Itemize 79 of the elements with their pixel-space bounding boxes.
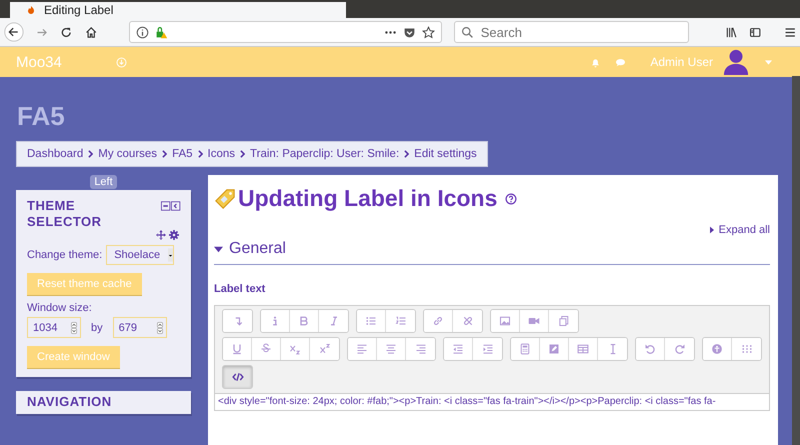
video-camera-icon — [528, 315, 540, 327]
underline-icon — [231, 343, 243, 355]
settings-icon[interactable] — [169, 230, 179, 240]
back-icon[interactable] — [4, 20, 24, 44]
numbered-list-icon — [394, 315, 406, 327]
accessibility-icon — [711, 343, 723, 355]
breadcrumb-link[interactable]: Dashboard — [27, 148, 84, 160]
download-circle-icon[interactable] — [116, 56, 127, 68]
pencil-icon — [548, 343, 560, 355]
caret-icon — [214, 244, 223, 254]
library-icon[interactable] — [724, 24, 738, 40]
bullet-list-icon — [365, 315, 377, 327]
breadcrumb-link[interactable]: My courses — [98, 148, 158, 160]
bold-icon — [298, 315, 310, 327]
theme-dropdown[interactable]: Shoelace — [106, 245, 174, 265]
image-icon — [499, 315, 511, 327]
tab-title: Editing Label — [44, 3, 114, 17]
chevron-icon — [198, 150, 203, 158]
flame-icon — [26, 5, 36, 15]
chevron-icon — [88, 150, 94, 158]
breadcrumb-link[interactable]: Icons — [208, 148, 236, 160]
redo-icon — [674, 343, 686, 355]
breadcrumb-link[interactable]: Edit settings — [414, 148, 477, 160]
caret-icon[interactable] — [765, 60, 772, 64]
section-header[interactable]: General — [214, 238, 770, 265]
expand-all-link[interactable]: Expand all — [710, 224, 770, 236]
spinner-arrows-icon[interactable] — [156, 320, 163, 334]
align-left-icon — [356, 343, 368, 355]
help-icon[interactable] — [505, 192, 518, 204]
search-field[interactable]: Search — [454, 21, 689, 43]
code-icon — [232, 371, 244, 383]
breadcrumb-link[interactable]: FA5 — [172, 148, 193, 160]
indent-icon — [482, 343, 494, 355]
outdent-icon — [452, 343, 464, 355]
chevron-icon — [240, 150, 246, 158]
move-icon[interactable] — [156, 230, 166, 240]
block-title: THEME SELECTOR — [27, 198, 103, 230]
address-field[interactable] — [129, 21, 442, 43]
chat-icon[interactable] — [615, 56, 626, 68]
page-heading: Updating Label in Icons — [238, 185, 498, 212]
table-icon — [577, 343, 589, 355]
chevron-icon — [162, 150, 168, 158]
align-center-icon — [385, 343, 397, 355]
strikethrough-icon — [260, 343, 272, 355]
scrollbar[interactable] — [792, 76, 800, 445]
breadcrumb-link[interactable]: Train: Paperclip: User: Smile: — [250, 148, 400, 160]
triangle-right-icon — [710, 226, 714, 234]
unlink-icon — [462, 315, 474, 327]
by-label: by — [91, 322, 103, 334]
undo-icon — [644, 343, 656, 355]
superscript-icon — [318, 343, 330, 355]
avatar-icon[interactable] — [721, 49, 751, 75]
spinner-arrows-icon[interactable] — [71, 320, 77, 334]
star-icon[interactable] — [422, 26, 435, 38]
height-field[interactable]: 679 — [112, 317, 167, 338]
calculator-icon — [519, 343, 531, 355]
region-label: Left — [90, 175, 117, 189]
pocket-icon[interactable] — [402, 26, 416, 38]
home-icon[interactable] — [84, 24, 98, 40]
tag-icon — [214, 188, 236, 210]
info-icon — [136, 26, 150, 38]
width-field[interactable]: 1034 — [27, 317, 81, 338]
link-icon — [432, 315, 444, 327]
page-title: FA5 — [16, 100, 66, 133]
field-label: Label text — [214, 283, 266, 295]
minimize-icon[interactable] — [161, 201, 181, 211]
window-size-label: Window size: — [27, 302, 92, 314]
align-right-icon — [414, 343, 426, 355]
lock-warning-icon — [155, 26, 168, 38]
subscript-icon — [289, 343, 301, 355]
copy-icon — [558, 315, 570, 327]
change-theme-label: Change theme: — [27, 249, 102, 261]
bell-icon[interactable] — [590, 56, 602, 68]
block-title: NAVIGATION — [27, 394, 113, 410]
search-icon — [460, 26, 474, 38]
html-source-field[interactable]: <div style="font-size: 24px; color: #fab;"><p>Train: <i class="fas fa-train"></i></p><p>Paperclip: <i class="fas fa- — [214, 394, 770, 411]
chevron-icon — [404, 150, 410, 158]
browser-tab[interactable]: Editing Label — [10, 2, 346, 18]
dots-grid-icon — [740, 343, 752, 355]
